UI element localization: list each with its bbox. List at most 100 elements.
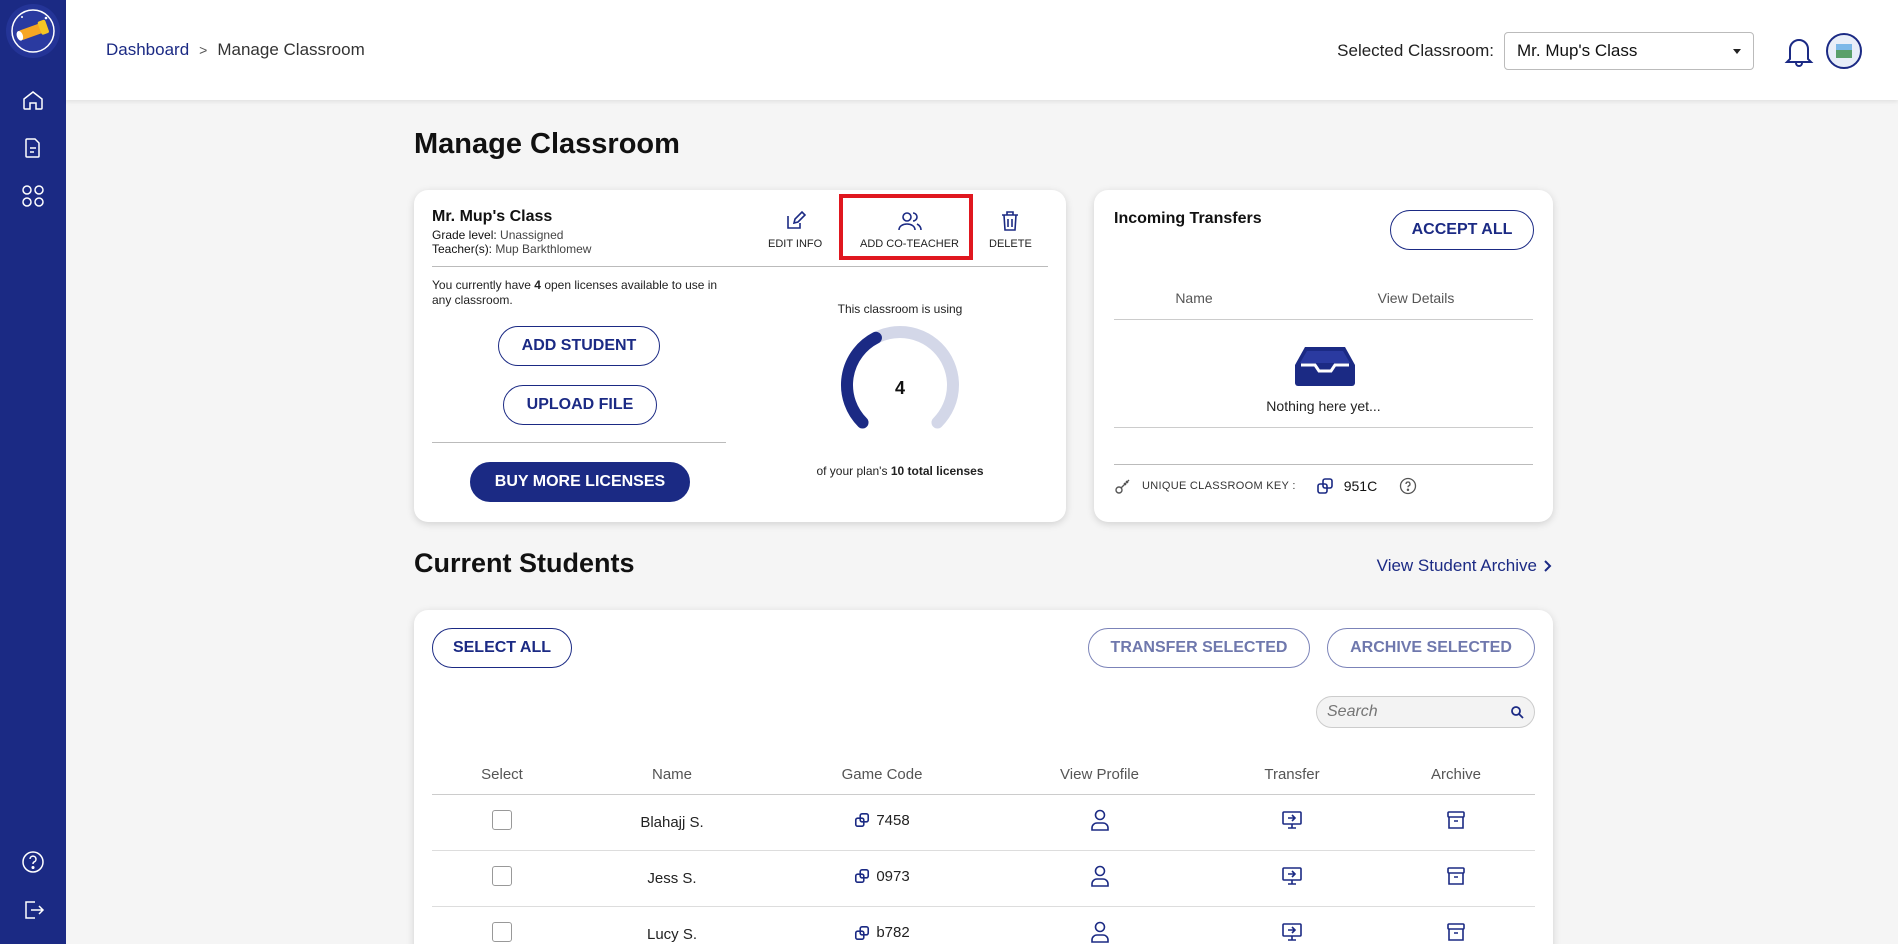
- licenses-count: 4: [534, 278, 541, 292]
- highlight-box: [839, 194, 973, 260]
- key-icon: [1115, 479, 1130, 494]
- transfers-empty-text: Nothing here yet...: [1266, 398, 1381, 414]
- delete-label: DELETE: [989, 238, 1032, 250]
- student-name: Blahajj S.: [640, 813, 704, 831]
- top-bar: Dashboard > Manage Classroom Selected Cl…: [66, 0, 1898, 100]
- upload-file-button[interactable]: UPLOAD FILE: [503, 385, 657, 425]
- sidebar: [0, 0, 66, 944]
- chevron-right-icon: [1544, 560, 1552, 572]
- game-code: 7458: [876, 811, 910, 829]
- buy-more-licenses-button[interactable]: BUY MORE LICENSES: [470, 462, 690, 502]
- row-checkbox[interactable]: [492, 922, 512, 943]
- teacher-value: Mup Barkthlomew: [495, 242, 592, 256]
- transfers-col-name: Name: [1175, 290, 1213, 306]
- help-icon[interactable]: [13, 842, 53, 882]
- breadcrumb: Dashboard > Manage Classroom: [106, 40, 365, 60]
- licenses-pre: You currently have: [432, 278, 531, 292]
- table-row: Jess S. 0973: [432, 850, 1535, 906]
- row-checkbox[interactable]: [492, 810, 512, 830]
- table-row: Lucy S. b782: [432, 906, 1535, 944]
- student-name: Jess S.: [647, 869, 697, 887]
- col-transfer: Transfer: [1264, 766, 1320, 784]
- transfer-icon[interactable]: [1281, 810, 1303, 830]
- help-circle-icon[interactable]: [1399, 477, 1417, 495]
- game-code: 0973: [876, 867, 910, 885]
- archive-icon[interactable]: [1446, 922, 1466, 942]
- total-licenses-strong: 10 total licenses: [890, 464, 984, 478]
- user-profile-icon[interactable]: [1090, 865, 1110, 887]
- classroom-key-value: 951C: [1343, 478, 1378, 494]
- edit-icon: [787, 210, 807, 229]
- telescope-logo-icon[interactable]: [6, 4, 60, 58]
- transfer-icon[interactable]: [1281, 922, 1303, 942]
- logout-icon[interactable]: [13, 890, 53, 930]
- bell-icon[interactable]: [1782, 34, 1816, 68]
- incoming-transfers-card: Incoming Transfers ACCEPT ALL Name View …: [1094, 190, 1553, 522]
- add-student-button[interactable]: ADD STUDENT: [498, 326, 660, 366]
- col-game-code: Game Code: [841, 766, 923, 784]
- archive-icon[interactable]: [1446, 866, 1466, 886]
- view-student-archive-link[interactable]: View Student Archive: [1377, 556, 1553, 576]
- trash-icon: [1002, 211, 1019, 231]
- students-title: Current Students: [414, 548, 635, 578]
- col-archive: Archive: [1430, 766, 1482, 784]
- archive-selected-button[interactable]: ARCHIVE SELECTED: [1327, 628, 1535, 668]
- edit-info-button[interactable]: EDIT INFO: [768, 210, 822, 250]
- accept-all-button[interactable]: ACCEPT ALL: [1390, 210, 1534, 250]
- gauge-value: 4: [894, 378, 905, 398]
- breadcrumb-dashboard-link[interactable]: Dashboard: [106, 40, 189, 60]
- search-icon[interactable]: [1510, 705, 1524, 719]
- left-divider: [432, 442, 726, 443]
- transfers-header-divider: [1114, 319, 1533, 320]
- col-view-profile: View Profile: [1060, 766, 1139, 784]
- breadcrumb-current: Manage Classroom: [217, 40, 365, 59]
- classroom-card: Mr. Mup's Class Grade level: Unassigned …: [414, 190, 1066, 522]
- card-divider: [432, 266, 1048, 267]
- user-profile-icon[interactable]: [1090, 809, 1110, 831]
- classroom-select[interactable]: Mr. Mup's Class: [1504, 32, 1754, 70]
- student-name: Lucy S.: [646, 925, 698, 943]
- classroom-select-value: Mr. Mup's Class: [1517, 41, 1638, 60]
- avatar[interactable]: [1826, 33, 1862, 69]
- page-title: Manage Classroom: [414, 128, 680, 160]
- archive-link-label: View Student Archive: [1376, 556, 1537, 575]
- total-licenses-pre: of your plan's: [816, 464, 888, 478]
- home-icon[interactable]: [13, 80, 53, 120]
- grade-level-value: Unassigned: [500, 228, 564, 242]
- search-input[interactable]: [1327, 703, 1487, 721]
- col-select: Select: [481, 766, 523, 784]
- row-checkbox[interactable]: [492, 866, 512, 886]
- document-icon[interactable]: [13, 128, 53, 168]
- transfer-selected-button[interactable]: TRANSFER SELECTED: [1088, 628, 1310, 668]
- copy-icon[interactable]: [854, 868, 870, 884]
- teacher-label: Teacher(s):: [432, 242, 493, 256]
- search-box[interactable]: [1316, 696, 1535, 728]
- copy-icon[interactable]: [854, 812, 870, 828]
- archive-icon[interactable]: [1446, 810, 1466, 830]
- students-table: Select Name Game Code View Profile Trans…: [432, 756, 1535, 944]
- edit-info-label: EDIT INFO: [768, 238, 823, 250]
- inbox-icon: [1293, 345, 1357, 387]
- grade-level-label: Grade level:: [432, 228, 497, 242]
- copy-icon[interactable]: [1316, 477, 1334, 495]
- key-divider: [1114, 464, 1533, 465]
- transfers-empty-divider: [1114, 427, 1533, 428]
- selected-classroom-label: Selected Classroom:: [1337, 41, 1494, 60]
- classroom-using-text: This classroom is using: [837, 302, 963, 316]
- transfers-col-details: View Details: [1377, 290, 1455, 306]
- user-profile-icon[interactable]: [1090, 921, 1110, 944]
- copy-icon[interactable]: [854, 925, 870, 941]
- students-card: SELECT ALL TRANSFER SELECTED ARCHIVE SEL…: [414, 610, 1553, 944]
- classroom-key-label: UNIQUE CLASSROOM KEY :: [1142, 480, 1296, 492]
- students-table-header: Select Name Game Code View Profile Trans…: [432, 756, 1535, 794]
- apps-grid-icon[interactable]: [13, 176, 53, 216]
- table-row: Blahajj S. 7458: [432, 794, 1535, 850]
- class-name: Mr. Mup's Class: [432, 208, 553, 225]
- game-code: b782: [876, 924, 910, 941]
- transfers-title: Incoming Transfers: [1114, 210, 1262, 227]
- chevron-down-icon: [1733, 48, 1741, 54]
- select-all-button[interactable]: SELECT ALL: [432, 628, 572, 668]
- delete-button[interactable]: DELETE: [989, 210, 1032, 250]
- transfer-icon[interactable]: [1281, 866, 1303, 886]
- col-name: Name: [651, 766, 692, 784]
